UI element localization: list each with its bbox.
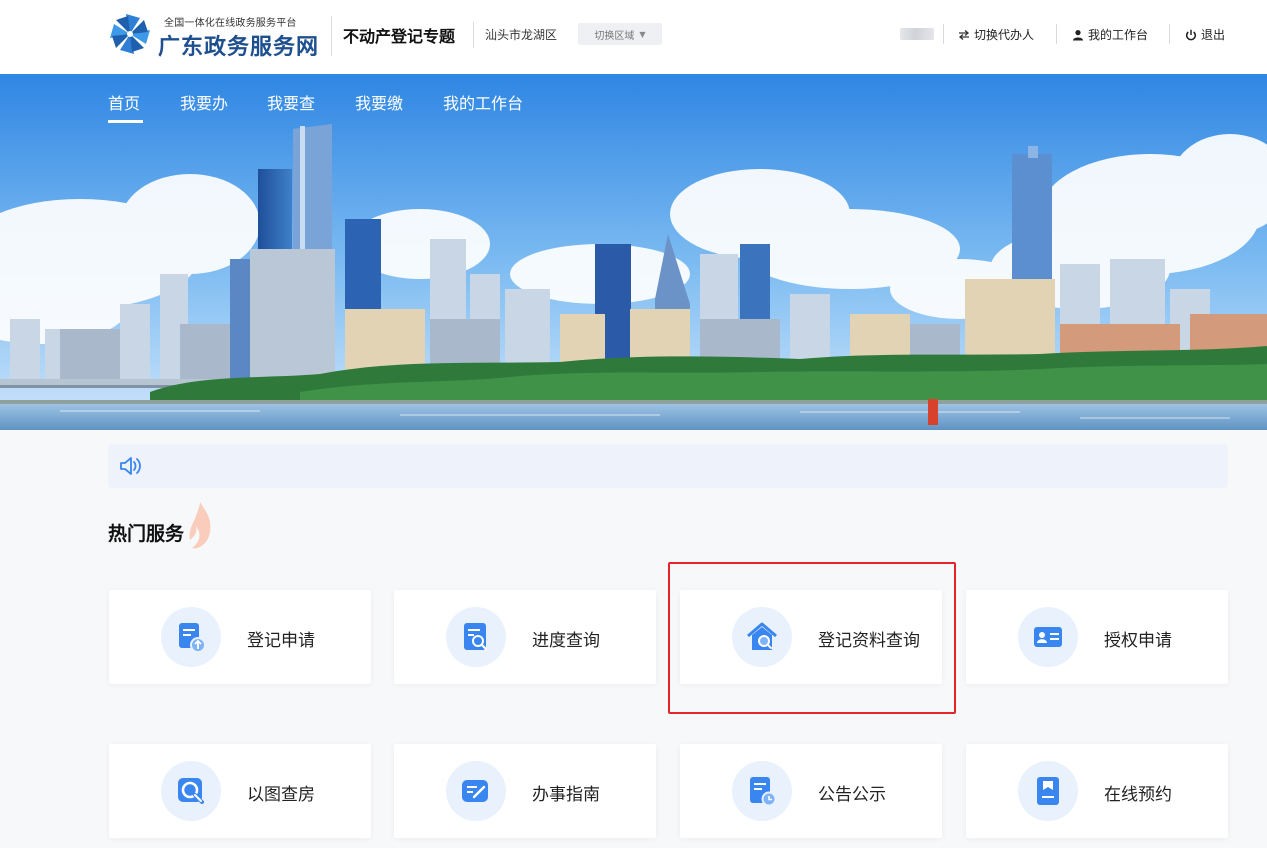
- service-card-progress-query[interactable]: 进度查询: [394, 590, 656, 684]
- swap-arrows-icon: [958, 29, 970, 40]
- service-label: 登记资料查询: [818, 631, 920, 651]
- service-label: 在线预约: [1104, 785, 1172, 805]
- service-icon-circle: [446, 761, 506, 821]
- platform-tagline: 全国一体化在线政务服务平台: [164, 18, 297, 29]
- workbench-link[interactable]: 我的工作台: [1072, 26, 1148, 43]
- nav-pay[interactable]: 我要缴: [355, 90, 403, 114]
- site-name: 广东政务服务网: [158, 35, 320, 60]
- service-card-map-house-search[interactable]: 以图查房: [109, 744, 371, 838]
- switch-agent-label: 切换代办人: [974, 28, 1035, 42]
- id-card-icon: [1034, 627, 1062, 647]
- logout-link[interactable]: 退出: [1185, 26, 1225, 43]
- service-label: 公告公示: [818, 785, 886, 805]
- service-label: 授权申请: [1104, 631, 1172, 651]
- header-divider: [1169, 24, 1170, 44]
- document-upload-icon: [179, 623, 206, 653]
- service-icon-circle: [161, 761, 221, 821]
- user-icon: [1073, 29, 1083, 40]
- service-card-service-guide[interactable]: 办事指南: [394, 744, 656, 838]
- header-divider: [1056, 24, 1057, 44]
- site-logo[interactable]: 全国一体化在线政务服务平台 广东政务服务网: [108, 12, 328, 62]
- nav-apply[interactable]: 我要办: [180, 90, 228, 114]
- service-label: 登记申请: [247, 631, 315, 651]
- speaker-icon: [120, 457, 141, 475]
- map-search-icon: [178, 778, 204, 804]
- service-card-authorization-apply[interactable]: 授权申请: [966, 590, 1228, 684]
- header-divider: [943, 24, 944, 44]
- caret-down-icon: ▼: [639, 29, 646, 39]
- service-icon-circle: [446, 607, 506, 667]
- service-card-online-appointment[interactable]: 在线预约: [966, 744, 1228, 838]
- section-title-hot-services: 热门服务: [108, 523, 185, 545]
- switch-region-button[interactable]: 切换区域 ▼: [578, 23, 662, 45]
- nav-home[interactable]: 首页: [108, 90, 140, 114]
- switch-region-label: 切换区域: [594, 30, 635, 42]
- top-header: 全国一体化在线政务服务平台 广东政务服务网 不动产登记专题 汕头市龙湖区 切换区…: [0, 0, 1267, 74]
- topic-title[interactable]: 不动产登记专题: [343, 23, 455, 47]
- notice-bar[interactable]: [108, 444, 1228, 488]
- service-icon-circle: [1018, 761, 1078, 821]
- service-label: 办事指南: [532, 785, 600, 805]
- current-region: 汕头市龙湖区: [485, 28, 558, 42]
- header-divider: [331, 16, 332, 56]
- service-label: 进度查询: [532, 631, 600, 651]
- service-card-registration-record-query[interactable]: 登记资料查询: [680, 590, 942, 684]
- house-search-icon: [747, 622, 777, 650]
- service-label: 以图查房: [247, 785, 315, 805]
- service-card-registration-apply[interactable]: 登记申请: [109, 590, 371, 684]
- logout-label: 退出: [1201, 28, 1226, 42]
- nav-workbench[interactable]: 我的工作台: [443, 90, 523, 114]
- service-card-public-notice[interactable]: 公告公示: [680, 744, 942, 838]
- switch-agent-link[interactable]: 切换代办人: [958, 26, 1034, 43]
- nav-active-indicator: [108, 120, 143, 123]
- workbench-label: 我的工作台: [1088, 28, 1149, 42]
- user-name-blurred: [900, 28, 934, 40]
- skyline-illustration: [0, 74, 1267, 430]
- service-icon-circle: [161, 607, 221, 667]
- power-icon: [1185, 29, 1197, 40]
- guide-edit-icon: [462, 780, 488, 802]
- document-search-icon: [464, 623, 488, 651]
- service-icon-circle: [732, 761, 792, 821]
- service-icon-circle: [732, 607, 792, 667]
- notice-clock-icon: [750, 777, 777, 807]
- nav-query[interactable]: 我要查: [267, 90, 315, 114]
- header-divider: [473, 22, 474, 48]
- service-icon-circle: [1018, 607, 1078, 667]
- city-skyline-banner: [0, 74, 1267, 430]
- bookmark-icon: [1037, 777, 1059, 805]
- flame-icon: [189, 502, 211, 549]
- pinwheel-logo-icon: [110, 14, 150, 54]
